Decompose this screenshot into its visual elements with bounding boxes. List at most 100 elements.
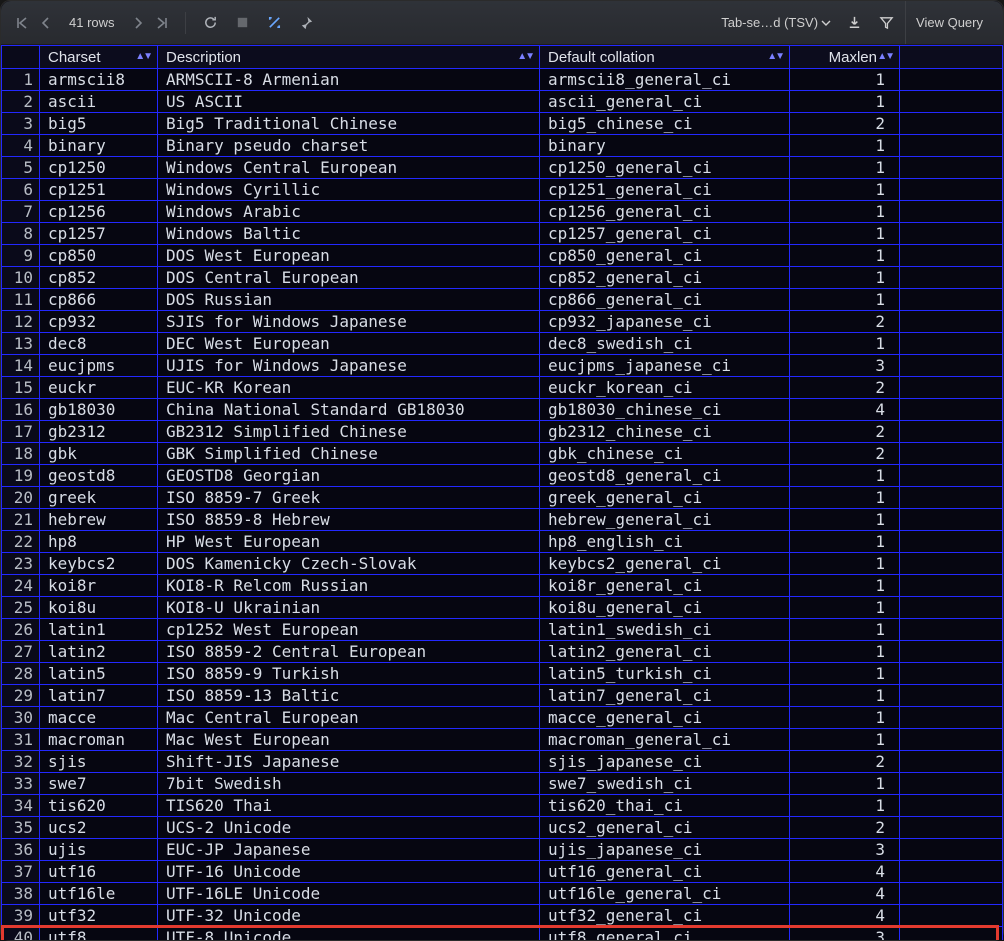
cell-charset[interactable]: latin1	[40, 619, 158, 641]
cell-charset[interactable]: big5	[40, 113, 158, 135]
cell-collation[interactable]: eucjpms_japanese_ci	[540, 355, 790, 377]
table-row[interactable]: 23keybcs2DOS Kamenicky Czech-Slovakkeybc…	[2, 553, 1003, 575]
cell-description[interactable]: ISO 8859-2 Central European	[158, 641, 540, 663]
header-charset[interactable]: Charset▲▼	[40, 46, 158, 69]
filter-button[interactable]	[873, 10, 899, 36]
table-row[interactable]: 38utf16leUTF-16LE Unicodeutf16le_general…	[2, 883, 1003, 905]
cell-maxlen[interactable]: 1	[790, 289, 900, 311]
cell-collation[interactable]: cp932_japanese_ci	[540, 311, 790, 333]
cell-description[interactable]: Windows Baltic	[158, 223, 540, 245]
cell-collation[interactable]: hebrew_general_ci	[540, 509, 790, 531]
reload-button[interactable]	[198, 10, 224, 36]
table-row[interactable]: 27latin2ISO 8859-2 Central Europeanlatin…	[2, 641, 1003, 663]
cell-collation[interactable]: big5_chinese_ci	[540, 113, 790, 135]
cell-charset[interactable]: macroman	[40, 729, 158, 751]
cell-charset[interactable]: cp866	[40, 289, 158, 311]
table-row[interactable]: 11cp866DOS Russiancp866_general_ci1	[2, 289, 1003, 311]
cell-charset[interactable]: utf32	[40, 905, 158, 927]
cell-description[interactable]: DOS Kamenicky Czech-Slovak	[158, 553, 540, 575]
cell-description[interactable]: KOI8-U Ukrainian	[158, 597, 540, 619]
table-row[interactable]: 32sjisShift-JIS Japanesesjis_japanese_ci…	[2, 751, 1003, 773]
cell-collation[interactable]: cp850_general_ci	[540, 245, 790, 267]
cell-charset[interactable]: geostd8	[40, 465, 158, 487]
cell-collation[interactable]: euckr_korean_ci	[540, 377, 790, 399]
cell-maxlen[interactable]: 1	[790, 91, 900, 113]
cell-collation[interactable]: cp1257_general_ci	[540, 223, 790, 245]
table-row[interactable]: 37utf16UTF-16 Unicodeutf16_general_ci4	[2, 861, 1003, 883]
cell-collation[interactable]: koi8u_general_ci	[540, 597, 790, 619]
cell-description[interactable]: UJIS for Windows Japanese	[158, 355, 540, 377]
cell-description[interactable]: UTF-16LE Unicode	[158, 883, 540, 905]
last-page-button[interactable]	[151, 12, 173, 34]
cell-charset[interactable]: cp1250	[40, 157, 158, 179]
cell-maxlen[interactable]: 1	[790, 531, 900, 553]
cell-description[interactable]: DOS West European	[158, 245, 540, 267]
cell-description[interactable]: Binary pseudo charset	[158, 135, 540, 157]
cell-maxlen[interactable]: 2	[790, 421, 900, 443]
cell-description[interactable]: UTF-8 Unicode	[158, 927, 540, 941]
cell-collation[interactable]: geostd8_general_ci	[540, 465, 790, 487]
cell-collation[interactable]: latin7_general_ci	[540, 685, 790, 707]
cell-collation[interactable]: sjis_japanese_ci	[540, 751, 790, 773]
cell-maxlen[interactable]: 2	[790, 377, 900, 399]
cell-maxlen[interactable]: 1	[790, 685, 900, 707]
cell-charset[interactable]: gbk	[40, 443, 158, 465]
cell-description[interactable]: ARMSCII-8 Armenian	[158, 69, 540, 91]
cell-description[interactable]: TIS620 Thai	[158, 795, 540, 817]
cell-charset[interactable]: armscii8	[40, 69, 158, 91]
cell-charset[interactable]: gb2312	[40, 421, 158, 443]
cell-maxlen[interactable]: 1	[790, 509, 900, 531]
cell-charset[interactable]: eucjpms	[40, 355, 158, 377]
cell-collation[interactable]: gbk_chinese_ci	[540, 443, 790, 465]
cell-collation[interactable]: armscii8_general_ci	[540, 69, 790, 91]
cell-description[interactable]: Windows Arabic	[158, 201, 540, 223]
cell-collation[interactable]: cp1256_general_ci	[540, 201, 790, 223]
cell-description[interactable]: ISO 8859-9 Turkish	[158, 663, 540, 685]
cell-maxlen[interactable]: 1	[790, 641, 900, 663]
cell-maxlen[interactable]: 1	[790, 333, 900, 355]
cell-charset[interactable]: latin7	[40, 685, 158, 707]
cell-collation[interactable]: binary	[540, 135, 790, 157]
table-row[interactable]: 3big5Big5 Traditional Chinesebig5_chines…	[2, 113, 1003, 135]
cell-maxlen[interactable]: 2	[790, 751, 900, 773]
cell-charset[interactable]: greek	[40, 487, 158, 509]
table-row[interactable]: 1 armscii8ARMSCII-8 Armenianarmscii8_gene…	[2, 69, 1003, 91]
table-row[interactable]: 14eucjpmsUJIS for Windows Japaneseeucjpm…	[2, 355, 1003, 377]
cell-collation[interactable]: ascii_general_ci	[540, 91, 790, 113]
cell-charset[interactable]: hp8	[40, 531, 158, 553]
cell-description[interactable]: cp1252 West European	[158, 619, 540, 641]
header-maxlen[interactable]: Maxlen▲▼	[790, 46, 900, 69]
cell-collation[interactable]: utf8_general_ci	[540, 927, 790, 941]
cell-maxlen[interactable]: 1	[790, 245, 900, 267]
view-query-button[interactable]: View Query	[905, 1, 993, 44]
cell-collation[interactable]: utf32_general_ci	[540, 905, 790, 927]
table-row[interactable]: 26latin1cp1252 West Europeanlatin1_swedi…	[2, 619, 1003, 641]
cell-description[interactable]: SJIS for Windows Japanese	[158, 311, 540, 333]
cell-collation[interactable]: gb18030_chinese_ci	[540, 399, 790, 421]
cell-description[interactable]: 7bit Swedish	[158, 773, 540, 795]
cell-description[interactable]: US ASCII	[158, 91, 540, 113]
table-row[interactable]: 31macromanMac West Europeanmacroman_gene…	[2, 729, 1003, 751]
cell-maxlen[interactable]: 2	[790, 113, 900, 135]
cell-collation[interactable]: dec8_swedish_ci	[540, 333, 790, 355]
cell-maxlen[interactable]: 1	[790, 69, 900, 91]
cell-description[interactable]: ISO 8859-8 Hebrew	[158, 509, 540, 531]
cell-collation[interactable]: tis620_thai_ci	[540, 795, 790, 817]
cell-charset[interactable]: hebrew	[40, 509, 158, 531]
cell-maxlen[interactable]: 2	[790, 311, 900, 333]
cell-maxlen[interactable]: 1	[790, 553, 900, 575]
cell-charset[interactable]: cp850	[40, 245, 158, 267]
cell-maxlen[interactable]: 1	[790, 575, 900, 597]
table-row[interactable]: 36ujisEUC-JP Japaneseujis_japanese_ci3	[2, 839, 1003, 861]
header-collation[interactable]: Default collation▲▼	[540, 46, 790, 69]
cell-collation[interactable]: ucs2_general_ci	[540, 817, 790, 839]
table-row[interactable]: 19geostd8GEOSTD8 Georgiangeostd8_general…	[2, 465, 1003, 487]
table-row[interactable]: 40utf8UTF-8 Unicodeutf8_general_ci3	[2, 927, 1003, 941]
cell-description[interactable]: UTF-16 Unicode	[158, 861, 540, 883]
cell-description[interactable]: GEOSTD8 Georgian	[158, 465, 540, 487]
table-row[interactable]: 17gb2312GB2312 Simplified Chinesegb2312_…	[2, 421, 1003, 443]
cell-maxlen[interactable]: 4	[790, 883, 900, 905]
cell-collation[interactable]: koi8r_general_ci	[540, 575, 790, 597]
table-row[interactable]: 8cp1257Windows Balticcp1257_general_ci1	[2, 223, 1003, 245]
cell-charset[interactable]: cp852	[40, 267, 158, 289]
